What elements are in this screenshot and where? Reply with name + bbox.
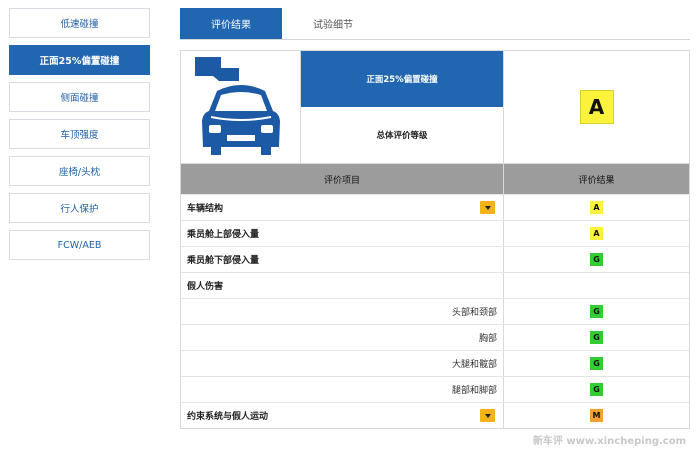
row-item-label: 头部和颈部: [451, 308, 497, 318]
row-item-name: 大腿和髋部: [181, 351, 504, 376]
table-row: 胸部 G: [181, 324, 689, 350]
row-item-name: 约束系统与假人运动: [181, 403, 504, 428]
row-result: G: [504, 299, 689, 324]
overall-rating-label: 总体评价等级: [376, 131, 428, 141]
table-header: 评价项目 评价结果: [181, 164, 689, 194]
row-item-label: 约束系统与假人运动: [187, 412, 269, 422]
overall-rating-cell: A: [504, 51, 689, 163]
sidebar: 低速碰撞 正面25%偏置碰撞 侧面碰撞 车顶强度 座椅/头枕 行人保护 FCW/…: [9, 8, 150, 267]
row-item-name: 车辆结构: [181, 195, 504, 220]
row-item-name: 头部和颈部: [181, 299, 504, 324]
row-item-label: 假人伤害: [187, 282, 224, 292]
row-item-label: 乘员舱下部侵入量: [187, 256, 260, 266]
row-item-label: 胸部: [478, 334, 497, 344]
table-row: 假人伤害: [181, 272, 689, 298]
table-body: 车辆结构 A 乘员舱上部侵入量 A 乘员舱下部侵入量 G 假人伤害 头部和颈部 G 胸部 G 大腿和髋…: [181, 194, 689, 428]
row-result: G: [504, 351, 689, 376]
header-result: 评价结果: [578, 175, 615, 186]
rating-badge: A: [590, 201, 603, 214]
rating-badge: G: [590, 383, 603, 396]
table-row: 乘员舱下部侵入量 G: [181, 246, 689, 272]
rating-badge: M: [590, 409, 603, 422]
row-item-name: 胸部: [181, 325, 504, 350]
tab-evaluation-results[interactable]: 评价结果: [180, 8, 282, 39]
summary-row: 正面25%偏置碰撞 总体评价等级 A: [181, 51, 689, 164]
sidebar-item-pedestrian[interactable]: 行人保护: [9, 193, 150, 223]
row-item-label: 腿部和脚部: [451, 386, 497, 396]
results-table: 正面25%偏置碰撞 总体评价等级 A 评价项目 评价结果 车辆结构 A 乘员舱上部侵…: [180, 50, 690, 429]
row-item-name: 乘员舱下部侵入量: [181, 247, 504, 272]
test-name: 正面25%偏置碰撞: [301, 51, 503, 107]
table-row: 大腿和髋部 G: [181, 350, 689, 376]
sidebar-item-front-25-offset[interactable]: 正面25%偏置碰撞: [9, 45, 150, 75]
rating-badge: G: [590, 253, 603, 266]
rating-badge: G: [590, 357, 603, 370]
row-result: [504, 273, 689, 298]
table-row: 头部和颈部 G: [181, 298, 689, 324]
summary-middle: 正面25%偏置碰撞 总体评价等级: [301, 51, 504, 163]
overall-rating-badge: A: [579, 90, 614, 124]
sidebar-item-side-impact[interactable]: 侧面碰撞: [9, 82, 150, 112]
row-result: A: [504, 195, 689, 220]
sidebar-item-fcw-aeb[interactable]: FCW/AEB: [9, 230, 150, 260]
watermark: 新车评 www.xincheping.com: [532, 436, 686, 447]
row-item-name: 乘员舱上部侵入量: [181, 221, 504, 246]
table-row: 乘员舱上部侵入量 A: [181, 220, 689, 246]
caret-down-icon[interactable]: [480, 201, 495, 214]
row-result: G: [504, 325, 689, 350]
car-front-crash-icon: [181, 51, 301, 163]
row-item-label: 大腿和髋部: [451, 360, 497, 370]
tab-test-details[interactable]: 试验细节: [282, 8, 384, 39]
row-item-name: 腿部和脚部: [181, 377, 504, 402]
caret-down-icon[interactable]: [480, 409, 495, 422]
rating-badge: G: [590, 331, 603, 344]
table-row: 腿部和脚部 G: [181, 376, 689, 402]
row-item-name: 假人伤害: [181, 273, 504, 298]
row-result: G: [504, 377, 689, 402]
row-result: G: [504, 247, 689, 272]
sidebar-item-roof-strength[interactable]: 车顶强度: [9, 119, 150, 149]
tab-bar: 评价结果 试验细节: [180, 8, 690, 40]
header-item: 评价项目: [181, 164, 504, 194]
row-item-label: 车辆结构: [187, 204, 224, 214]
row-result: M: [504, 403, 689, 428]
sidebar-item-seat-headrest[interactable]: 座椅/头枕: [9, 156, 150, 186]
rating-badge: G: [590, 305, 603, 318]
row-item-label: 乘员舱上部侵入量: [187, 230, 260, 240]
sidebar-item-low-speed[interactable]: 低速碰撞: [9, 8, 150, 38]
row-result: A: [504, 221, 689, 246]
rating-badge: A: [590, 227, 603, 240]
table-row[interactable]: 车辆结构 A: [181, 194, 689, 220]
table-row[interactable]: 约束系统与假人运动 M: [181, 402, 689, 428]
